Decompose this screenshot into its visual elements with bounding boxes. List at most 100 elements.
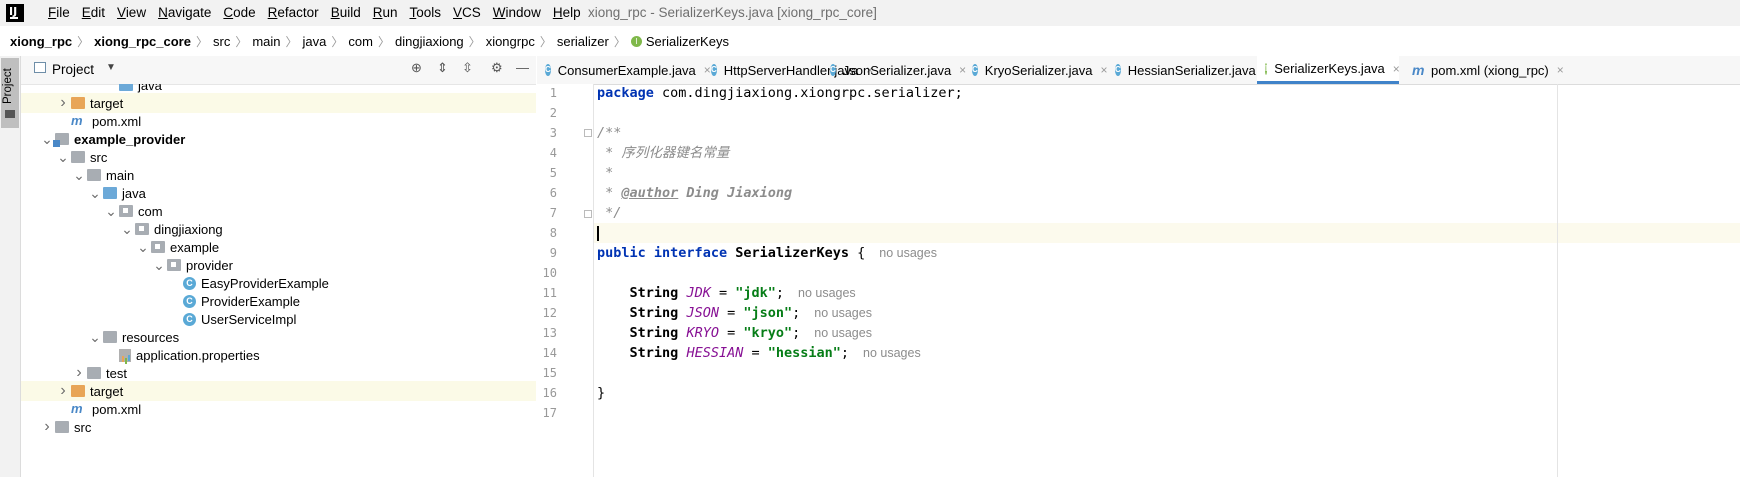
tree-item[interactable]: › target: [21, 93, 536, 113]
code-line-6: * @author Ding Jiaxiong: [597, 183, 792, 203]
tree-item[interactable]: › target: [21, 381, 536, 401]
tree-item[interactable]: ⌄ resources: [21, 327, 536, 347]
project-panel-title[interactable]: Project: [52, 62, 94, 77]
menu-item-run[interactable]: Run: [367, 5, 404, 20]
breadcrumb-item[interactable]: dingjiaxiong: [395, 34, 464, 49]
intellij-logo-icon[interactable]: IJ: [6, 4, 24, 22]
tree-item[interactable]: ⌄ example_provider: [21, 129, 536, 149]
menu-item-navigate[interactable]: Navigate: [152, 5, 217, 20]
breadcrumb-item[interactable]: SerializerKeys: [646, 34, 729, 49]
breadcrumb-item[interactable]: xiong_rpc: [10, 34, 72, 49]
chevron-down-icon[interactable]: ⌄: [103, 204, 119, 218]
chevron-right-icon[interactable]: ›: [39, 418, 55, 436]
menu-item-refactor[interactable]: Refactor: [262, 5, 325, 20]
fold-marker-icon[interactable]: [584, 129, 592, 137]
expand-all-icon[interactable]: ⇕: [437, 60, 448, 76]
tree-item[interactable]: › test: [21, 363, 536, 383]
chevron-right-icon[interactable]: ›: [55, 94, 71, 112]
constant-name: KRYO: [686, 325, 719, 341]
breadcrumb-item[interactable]: xiong_rpc_core: [94, 34, 191, 49]
usages-hint[interactable]: no usages: [863, 346, 921, 360]
locate-target-icon[interactable]: ⊕: [411, 60, 422, 76]
tree-item[interactable]: ⌄ com: [21, 201, 536, 221]
folder-icon: [87, 367, 101, 379]
window-title: xiong_rpc - SerializerKeys.java [xiong_r…: [588, 5, 877, 20]
editor-tab[interactable]: m pom.xml (xiong_rpc) ×: [1404, 56, 1584, 84]
chevron-down-icon[interactable]: ⌄: [87, 186, 103, 200]
editor-tab[interactable]: CHessianSerializer.java×: [1107, 56, 1271, 84]
menu-item-tools[interactable]: Tools: [404, 5, 448, 20]
doc-tag: @author: [621, 185, 679, 201]
chevron-down-icon[interactable]: ⌄: [55, 150, 71, 164]
menu-item-edit[interactable]: Edit: [76, 5, 111, 20]
menu-item-file[interactable]: File: [42, 5, 76, 20]
editor-tab[interactable]: C ConsumerExample.java ×: [537, 56, 711, 84]
semicolon: ;: [840, 345, 850, 361]
tree-item-label: example_provider: [74, 131, 186, 147]
interface-icon: I: [630, 35, 642, 47]
maven-icon: m: [71, 113, 83, 128]
tree-item[interactable]: application.properties: [21, 345, 536, 365]
editor-tab-label: KryoSerializer.java: [984, 62, 1093, 78]
menu-item-vcs[interactable]: VCS: [447, 5, 487, 20]
editor-tab[interactable]: C JsonSerializer.java ×: [822, 56, 966, 84]
project-tool-button[interactable]: Project: [1, 58, 19, 128]
breadcrumb-item[interactable]: src: [213, 34, 230, 49]
chevron-right-icon[interactable]: ›: [55, 382, 71, 400]
usages-hint[interactable]: no usages: [814, 326, 872, 340]
tree-item[interactable]: ⌄ provider: [21, 255, 536, 275]
tree-item[interactable]: ⌄ java: [21, 183, 536, 203]
collapse-all-icon[interactable]: ⇳: [462, 60, 473, 76]
menu-item-window[interactable]: Window: [487, 5, 547, 20]
fold-marker-icon[interactable]: [584, 210, 592, 218]
usages-hint[interactable]: no usages: [879, 246, 937, 260]
doc-comment: Ding Jiaxiong: [678, 185, 793, 201]
close-icon[interactable]: ×: [1557, 63, 1564, 77]
project-panel-header: [21, 56, 536, 85]
chevron-down-icon[interactable]: ⌄: [135, 240, 151, 254]
doc-comment: * 序列化器键名常量: [597, 145, 730, 161]
chevron-down-icon[interactable]: ⌄: [119, 222, 135, 236]
equals: =: [718, 325, 744, 341]
breadcrumb-item[interactable]: serializer: [557, 34, 609, 49]
editor-tab[interactable]: I SerializerKeys.java ×: [1257, 56, 1400, 84]
usages-hint[interactable]: no usages: [814, 306, 872, 320]
caret-row-highlight: [594, 223, 1740, 243]
tree-item[interactable]: ⌄ src: [21, 147, 536, 167]
tree-item[interactable]: › src: [21, 417, 536, 437]
editor-tab[interactable]: C KryoSerializer.java ×: [964, 56, 1107, 84]
menu-item-code[interactable]: Code: [217, 5, 261, 20]
menu-item-help[interactable]: Help: [547, 5, 587, 20]
chevron-down-icon[interactable]: ⌄: [151, 258, 167, 272]
breadcrumb-item[interactable]: java: [303, 34, 327, 49]
minimize-icon[interactable]: —: [516, 60, 529, 75]
tree-item[interactable]: C UserServiceImpl: [21, 309, 536, 329]
editor-tab[interactable]: C HttpServerHandler.java ×: [703, 56, 873, 84]
tree-item[interactable]: C ProviderExample: [21, 291, 536, 311]
menu-item-view[interactable]: View: [111, 5, 152, 20]
package-icon: [151, 241, 165, 253]
code-line-16: }: [597, 383, 605, 403]
chevron-down-icon[interactable]: ⌄: [71, 168, 87, 182]
breadcrumb-item[interactable]: com: [348, 34, 373, 49]
code-editor[interactable]: [594, 84, 1740, 477]
equals: =: [743, 345, 768, 361]
tree-item-label: target: [90, 383, 124, 399]
tree-item[interactable]: m pom.xml: [21, 399, 536, 419]
usages-hint[interactable]: no usages: [798, 286, 856, 300]
tree-item[interactable]: ⌄ main: [21, 165, 536, 185]
menu-item-build[interactable]: Build: [325, 5, 367, 20]
tree-item[interactable]: ⌄ dingjiaxiong: [21, 219, 536, 239]
tree-item[interactable]: m pom.xml: [21, 111, 536, 131]
breadcrumb-item[interactable]: xiongrpc: [486, 34, 535, 49]
equals: =: [718, 305, 744, 321]
breadcrumb-item[interactable]: main: [252, 34, 280, 49]
tree-item[interactable]: ⌄ example: [21, 237, 536, 257]
chevron-down-icon[interactable]: ⌄: [87, 330, 103, 344]
close-icon[interactable]: ×: [1393, 62, 1400, 76]
gear-icon[interactable]: ⚙: [491, 60, 503, 76]
type-name: String: [629, 345, 679, 361]
chevron-down-icon[interactable]: ▼: [106, 62, 116, 73]
chevron-right-icon[interactable]: ›: [71, 364, 87, 382]
tree-item[interactable]: C EasyProviderExample: [21, 273, 536, 293]
